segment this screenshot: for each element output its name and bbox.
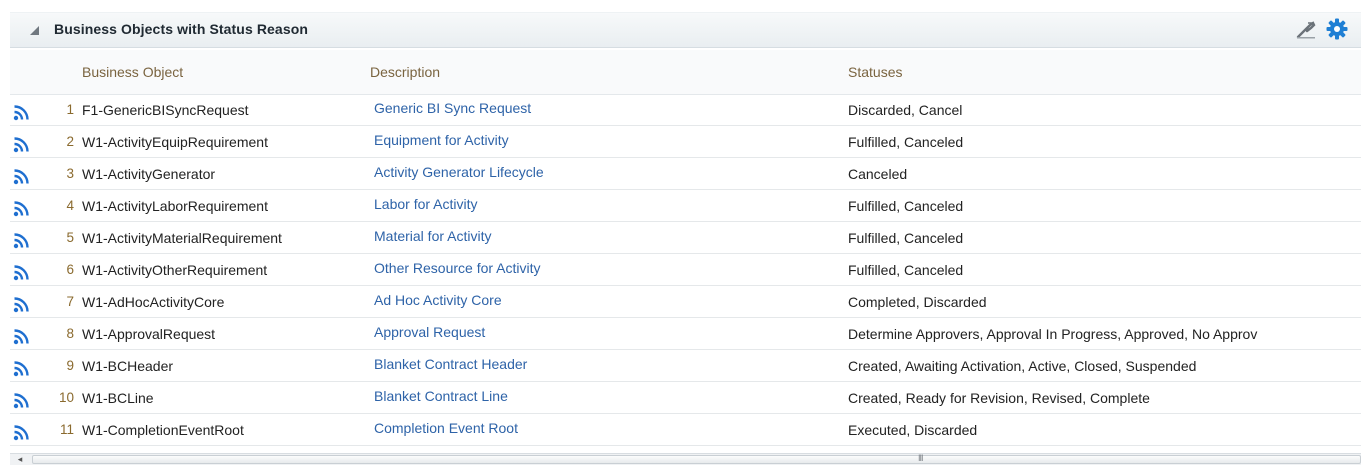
row-number: 4 — [66, 198, 74, 213]
table-row[interactable]: 10 W1-BCLine Blanket Contract Line Creat… — [10, 382, 1361, 414]
statuses-cell: Executed, Discarded — [848, 422, 978, 438]
panel-title: Business Objects with Status Reason — [54, 21, 309, 37]
scroll-left-arrow-icon[interactable]: ◂ — [13, 455, 27, 464]
row-number: 6 — [66, 262, 74, 277]
row-number: 3 — [66, 166, 74, 181]
rss-feed-icon[interactable] — [13, 135, 31, 153]
business-object-cell: W1-ActivityMaterialRequirement — [82, 230, 282, 246]
table-row[interactable]: 9 W1-BCHeader Blanket Contract Header Cr… — [10, 350, 1361, 382]
row-number: 9 — [66, 358, 74, 373]
description-link[interactable]: Blanket Contract Header — [374, 356, 834, 372]
table-row[interactable]: 1 F1-GenericBISyncRequest Generic BI Syn… — [10, 94, 1361, 126]
rss-feed-icon[interactable] — [13, 423, 31, 441]
description-link[interactable]: Blanket Contract Line — [374, 388, 834, 404]
rss-feed-icon[interactable] — [13, 103, 31, 121]
column-header-business-object[interactable]: Business Object — [82, 64, 183, 80]
rss-feed-icon[interactable] — [13, 167, 31, 185]
rss-feed-icon[interactable] — [13, 199, 31, 217]
business-objects-panel: Business Objects with Status Reason Busi… — [0, 0, 1361, 465]
table-row[interactable]: 4 W1-ActivityLaborRequirement Labor for … — [10, 190, 1361, 222]
statuses-cell: Fulfilled, Canceled — [848, 198, 964, 214]
column-header-description[interactable]: Description — [370, 64, 440, 80]
table-row[interactable]: 5 W1-ActivityMaterialRequirement Materia… — [10, 222, 1361, 254]
column-header-statuses[interactable]: Statuses — [848, 64, 902, 80]
statuses-cell: Fulfilled, Canceled — [848, 262, 964, 278]
business-object-cell: W1-BCHeader — [82, 358, 174, 374]
statuses-cell: Discarded, Cancel — [848, 102, 963, 118]
description-link[interactable]: Generic BI Sync Request — [374, 100, 834, 116]
table-row[interactable]: 8 W1-ApprovalRequest Approval Request De… — [10, 318, 1361, 350]
statuses-cell: Created, Awaiting Activation, Active, Cl… — [848, 358, 1197, 374]
panel-header: Business Objects with Status Reason — [10, 12, 1361, 48]
row-number: 8 — [66, 326, 74, 341]
statuses-cell: Determine Approvers, Approval In Progres… — [848, 326, 1258, 342]
gear-icon[interactable] — [1325, 17, 1349, 41]
description-link[interactable]: Ad Hoc Activity Core — [374, 292, 834, 308]
rss-feed-icon[interactable] — [13, 295, 31, 313]
scroll-grip-icon: III — [918, 453, 923, 463]
description-link[interactable]: Activity Generator Lifecycle — [374, 164, 834, 180]
rss-feed-icon[interactable] — [13, 327, 31, 345]
description-link[interactable]: Equipment for Activity — [374, 132, 834, 148]
top-strip — [0, 0, 1361, 12]
description-link[interactable]: Other Resource for Activity — [374, 260, 834, 276]
statuses-cell: Created, Ready for Revision, Revised, Co… — [848, 390, 1150, 406]
table-header-row: Business Object Description Statuses — [10, 50, 1361, 95]
row-number: 11 — [59, 422, 74, 437]
business-object-cell: W1-ActivityEquipRequirement — [82, 134, 268, 150]
row-number: 1 — [66, 102, 74, 117]
statuses-cell: Fulfilled, Canceled — [848, 230, 964, 246]
business-object-cell: F1-GenericBISyncRequest — [82, 102, 249, 118]
table-row[interactable]: 11 W1-CompletionEventRoot Completion Eve… — [10, 414, 1361, 446]
row-number: 10 — [58, 390, 74, 405]
table-row[interactable]: 7 W1-AdHocActivityCore Ad Hoc Activity C… — [10, 286, 1361, 318]
business-object-cell: W1-ApprovalRequest — [82, 326, 216, 342]
description-link[interactable]: Completion Event Root — [374, 420, 834, 436]
rss-feed-icon[interactable] — [13, 359, 31, 377]
business-object-cell: W1-BCLine — [82, 390, 154, 406]
table-row[interactable]: 2 W1-ActivityEquipRequirement Equipment … — [10, 126, 1361, 158]
business-object-cell: W1-ActivityOtherRequirement — [82, 262, 268, 278]
description-link[interactable]: Approval Request — [374, 324, 834, 340]
rss-feed-icon[interactable] — [13, 231, 31, 249]
row-number: 5 — [66, 230, 74, 245]
statuses-cell: Canceled — [848, 166, 908, 182]
business-object-cell: W1-AdHocActivityCore — [82, 294, 225, 310]
business-object-cell: W1-ActivityLaborRequirement — [82, 198, 268, 214]
description-link[interactable]: Labor for Activity — [374, 196, 834, 212]
table-row[interactable]: 3 W1-ActivityGenerator Activity Generato… — [10, 158, 1361, 190]
scroll-thumb[interactable]: III — [32, 453, 1361, 464]
table-row[interactable]: 6 W1-ActivityOtherRequirement Other Reso… — [10, 254, 1361, 286]
statuses-cell: Fulfilled, Canceled — [848, 134, 964, 150]
data-table: Business Object Description Statuses 1 F… — [10, 50, 1361, 446]
description-link[interactable]: Material for Activity — [374, 228, 834, 244]
wrench-icon[interactable] — [1295, 19, 1317, 41]
collapse-triangle-icon[interactable] — [30, 26, 39, 35]
business-object-cell: W1-CompletionEventRoot — [82, 422, 244, 438]
horizontal-scrollbar[interactable]: ◂ III — [10, 453, 1361, 465]
statuses-cell: Completed, Discarded — [848, 294, 987, 310]
row-number: 7 — [66, 294, 74, 309]
row-number: 2 — [66, 134, 74, 149]
business-object-cell: W1-ActivityGenerator — [82, 166, 216, 182]
rss-feed-icon[interactable] — [13, 391, 31, 409]
rss-feed-icon[interactable] — [13, 263, 31, 281]
